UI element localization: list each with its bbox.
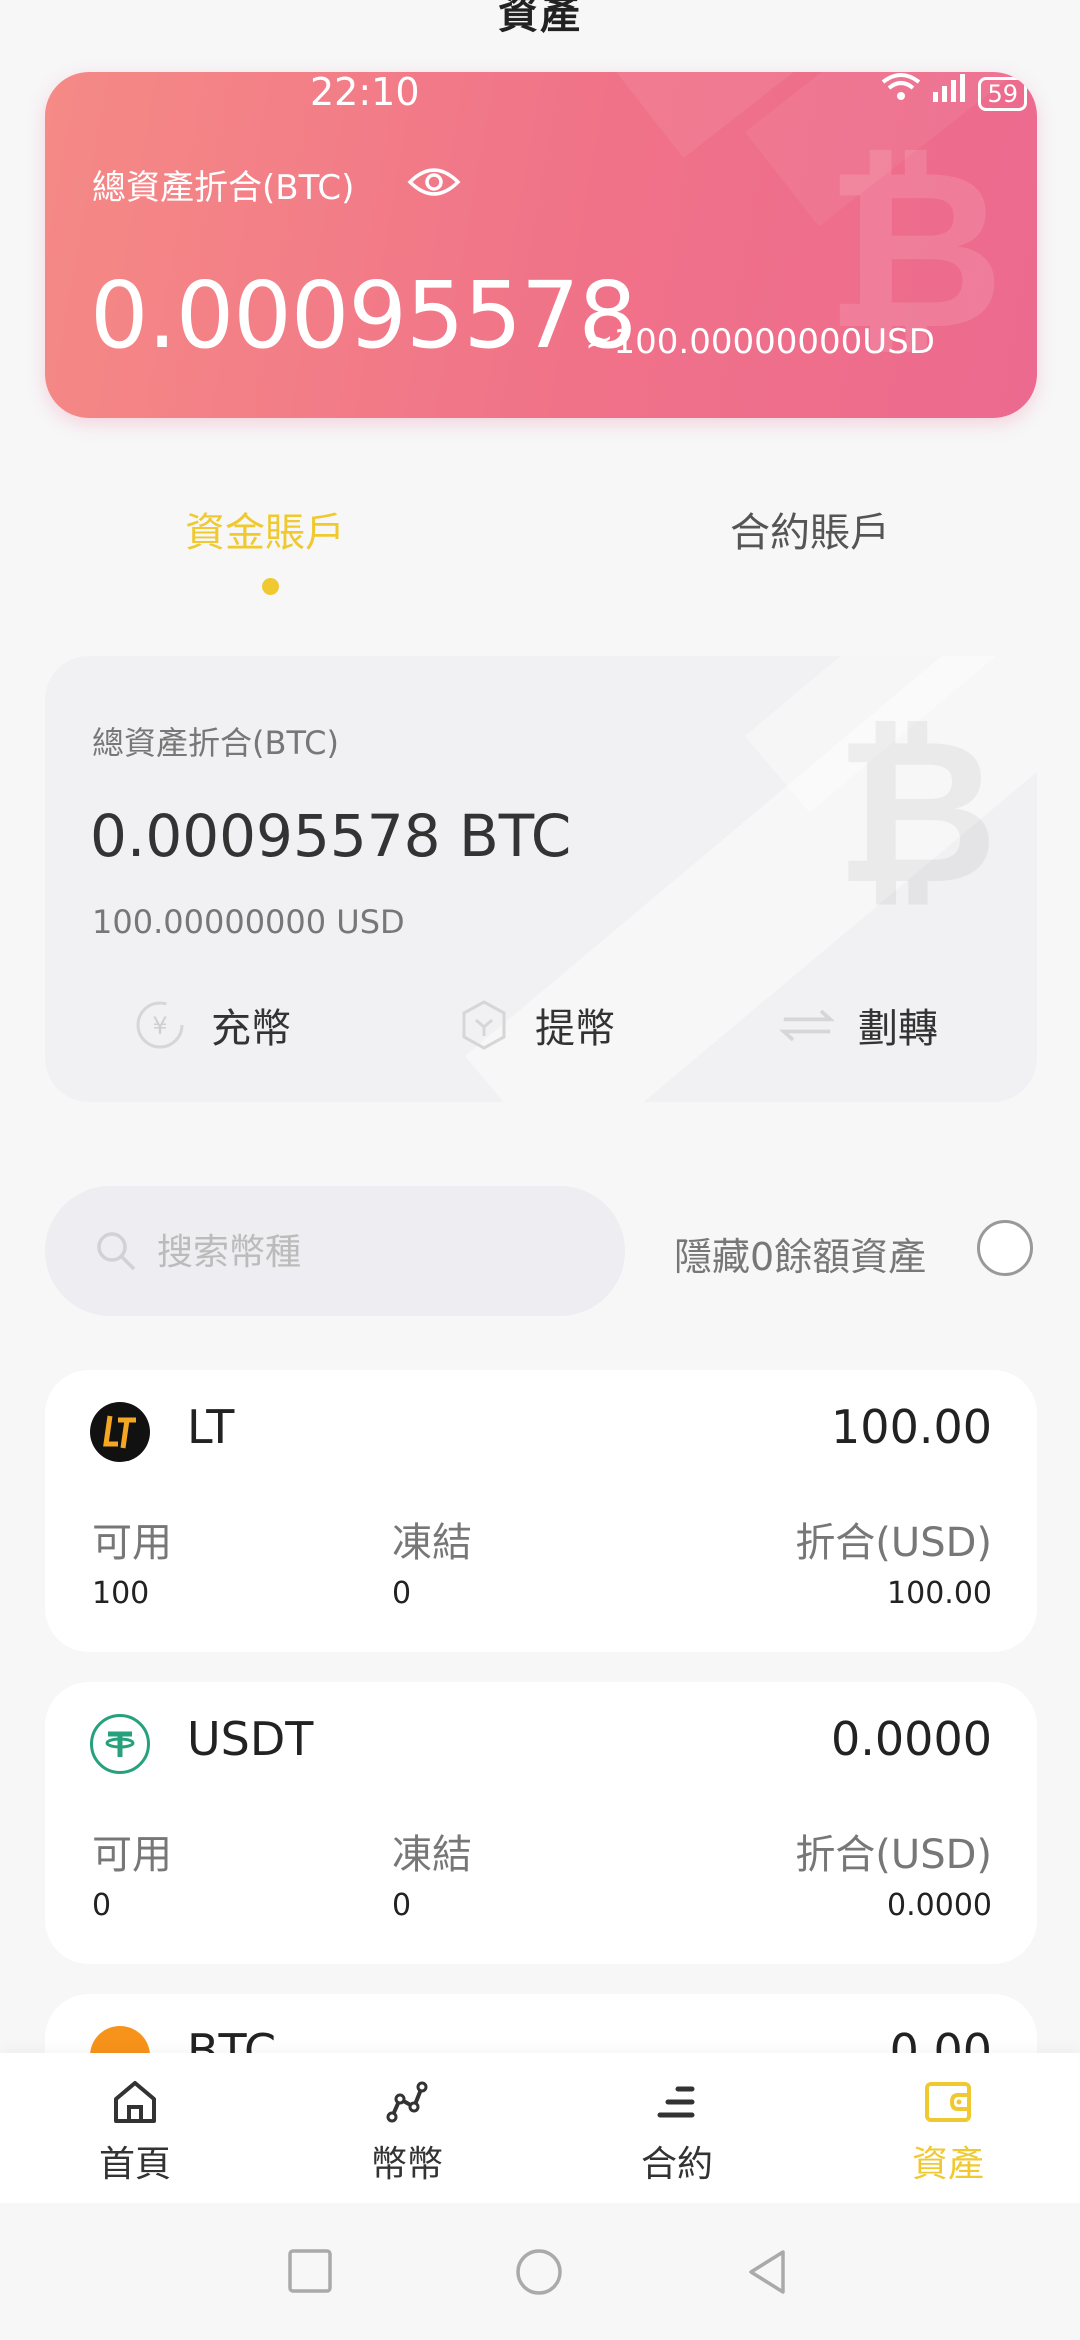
available-label: 可用 [92,1520,172,1566]
contract-bars-icon [652,2086,702,2131]
hide-zero-balance-label: 隱藏0餘額資產 [674,1235,927,1279]
search-icon [95,1230,137,1276]
coin-card-usdt[interactable]: USDT 0.0000 可用 凍結 折合(USD) 0 0 0.0000 [45,1682,1037,1964]
frozen-value: 0 [392,1888,412,1923]
equivalent-label: 折合(USD) [795,1832,992,1878]
nav-home[interactable]: 首頁 [55,2077,215,2187]
transfer-button[interactable]: 劃轉 [780,996,938,1054]
nav-assets[interactable]: 資產 [868,2077,1028,2187]
usdt-coin-logo-icon [90,1714,150,1774]
available-value: 100 [92,1576,150,1611]
available-value: 0 [92,1888,112,1923]
bottom-navigation: 首頁 幣幣 合約 資產 [0,2053,1080,2203]
equivalent-value: 0.0000 [887,1888,992,1923]
withdraw-button[interactable]: 提幣 [457,996,615,1054]
back-triangle-icon[interactable] [745,2248,789,2300]
tab-funding-account[interactable]: 資金賬戶 [185,500,345,558]
signal-icon [931,74,979,110]
withdraw-hexagon-icon [457,998,511,1052]
hero-approx-usd: ≈100.00000000USD [585,322,935,362]
system-navigation-bar [0,2203,1080,2340]
trend-nodes-icon [382,2081,432,2131]
coin-card-lt[interactable]: LT 100.00 可用 凍結 折合(USD) 100 0 100.00 [45,1370,1037,1652]
wallet-icon [922,2082,974,2131]
coin-total: 0.0000 [831,1712,992,1766]
hero-total-amount: 0.00095578 [90,262,637,369]
active-tab-indicator [262,578,279,595]
account-summary-card: ₿ 總資產折合(BTC) 0.00095578 BTC 100.00000000… [45,656,1037,1102]
available-label: 可用 [92,1832,172,1878]
wifi-icon [881,73,931,110]
home-circle-icon[interactable] [515,2248,563,2300]
nav-home-label: 首頁 [98,2144,171,2185]
home-icon [110,2081,160,2131]
status-bar-icons: 59 [881,72,1027,111]
tab-contract-account[interactable]: 合約賬戶 [730,500,890,558]
hide-zero-balance-toggle[interactable] [977,1220,1033,1276]
equivalent-value: 100.00 [887,1576,992,1611]
frozen-value: 0 [392,1576,412,1611]
hero-total-label: 總資產折合(BTC) [92,168,355,208]
nav-contract[interactable]: 合約 [597,2077,757,2187]
withdraw-label: 提幣 [535,1006,615,1052]
summary-total-usd: 100.00000000 USD [92,903,405,941]
battery-icon: 59 [978,77,1027,111]
eye-icon[interactable] [407,164,461,204]
transfer-label: 劃轉 [858,1006,938,1052]
coin-total: 100.00 [831,1400,992,1454]
total-assets-hero-card: ₿ 22:10 59 總資產折合(BTC) 0.00095578 ≈100.00… [45,72,1037,418]
summary-total-label: 總資產折合(BTC) [92,724,339,762]
frozen-label: 凍結 [392,1520,472,1566]
svg-text:¥: ¥ [152,1012,167,1040]
frozen-label: 凍結 [392,1832,472,1878]
page-title: 資產 [498,0,582,38]
bitcoin-watermark-icon: ₿ [835,696,998,929]
equivalent-label: 折合(USD) [795,1520,992,1566]
transfer-arrows-icon [780,998,834,1052]
deposit-button[interactable]: ¥ 充幣 [133,996,291,1054]
coin-name: LT [187,1400,235,1454]
nav-assets-label: 資產 [911,2144,984,2185]
nav-coin-label: 幣幣 [370,2144,443,2185]
coin-search-input[interactable] [155,1221,579,1283]
recent-apps-icon[interactable] [287,2248,333,2298]
deposit-label: 充幣 [211,1006,291,1052]
coin-search-box[interactable] [45,1186,625,1316]
summary-total-btc: 0.00095578 BTC [90,802,572,870]
status-bar-time: 22:10 [310,72,420,114]
nav-contract-label: 合約 [640,2144,713,2185]
lt-coin-logo-icon [90,1402,150,1462]
yen-deposit-icon: ¥ [133,998,187,1052]
nav-coin-trade[interactable]: 幣幣 [327,2077,487,2187]
coin-name: USDT [187,1712,314,1766]
